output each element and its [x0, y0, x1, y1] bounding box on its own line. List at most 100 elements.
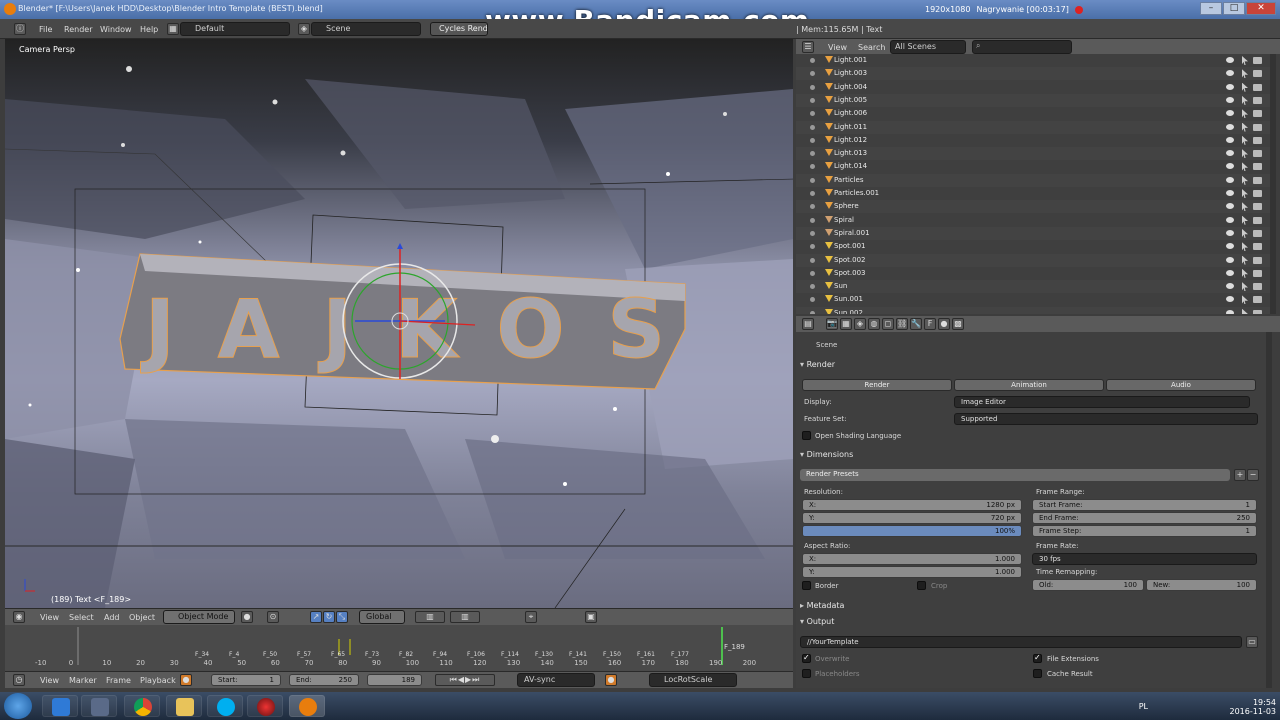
outliner-item-name[interactable]: Spot.003	[834, 269, 866, 277]
cache-result-checkbox[interactable]	[1033, 669, 1042, 678]
selectability-cursor-icon[interactable]	[1242, 56, 1248, 65]
outliner-item-name[interactable]: Light.004	[834, 83, 867, 91]
taskbar-skype[interactable]	[207, 695, 243, 717]
editor-type-icon[interactable]: ⓘ	[14, 23, 26, 35]
scene-tab-icon[interactable]: ◈	[854, 318, 866, 330]
visibility-eye-icon[interactable]	[1226, 243, 1234, 250]
renderability-camera-icon[interactable]	[1253, 243, 1262, 251]
outliner-scrollbar[interactable]	[1270, 54, 1276, 314]
outliner-row[interactable]: Particles	[796, 173, 1270, 187]
visibility-eye-icon[interactable]	[1226, 176, 1234, 183]
renderability-camera-icon[interactable]	[1253, 309, 1262, 314]
animation-button[interactable]: Animation	[954, 379, 1104, 391]
outliner-item-name[interactable]: Light.012	[834, 136, 867, 144]
outliner-row[interactable]: Light.006	[796, 107, 1270, 120]
visibility-eye-icon[interactable]	[1226, 203, 1234, 210]
renderability-camera-icon[interactable]	[1253, 163, 1262, 171]
outliner-item-name[interactable]: Sun	[834, 282, 847, 290]
sync-selector[interactable]: AV-sync	[517, 673, 595, 687]
menu-object[interactable]: Object	[129, 613, 155, 622]
search-input[interactable]	[972, 40, 1072, 54]
renderability-camera-icon[interactable]	[1253, 110, 1262, 118]
start-frame-field[interactable]: Start Frame: 1	[1032, 499, 1257, 511]
display-selector[interactable]: Image Editor	[954, 396, 1250, 408]
clock-time[interactable]: 19:54	[1230, 698, 1276, 707]
visibility-eye-icon[interactable]	[1226, 70, 1234, 77]
expand-icon[interactable]	[810, 244, 815, 250]
crop-checkbox[interactable]	[917, 581, 926, 590]
expand-icon[interactable]	[810, 137, 815, 143]
clock-date[interactable]: 2016-11-03	[1230, 707, 1277, 716]
output-panel-header[interactable]: Output	[800, 617, 1260, 631]
outliner-item-name[interactable]: Light.001	[834, 56, 867, 64]
timeline-marker[interactable]: F_50	[263, 651, 277, 658]
osl-checkbox[interactable]	[802, 431, 811, 440]
expand-icon[interactable]	[810, 270, 815, 276]
renderability-camera-icon[interactable]	[1253, 96, 1262, 104]
expand-icon[interactable]	[810, 191, 815, 196]
menu-playback[interactable]: Playback	[140, 676, 176, 685]
metadata-panel-header[interactable]: Metadata	[800, 601, 1260, 615]
outliner-item-name[interactable]: Light.006	[834, 109, 867, 117]
taskbar-media[interactable]	[81, 695, 117, 717]
menu-search[interactable]: Search	[858, 43, 885, 52]
renderability-camera-icon[interactable]	[1253, 203, 1262, 211]
menu-window[interactable]: Window	[100, 25, 132, 34]
visibility-eye-icon[interactable]	[1226, 256, 1234, 263]
renderability-camera-icon[interactable]	[1253, 190, 1262, 197]
expand-icon[interactable]	[810, 71, 815, 77]
render-button[interactable]: Render	[802, 379, 952, 391]
resolution-percent-field[interactable]: 100%	[802, 525, 1022, 537]
selectability-cursor-icon[interactable]	[1242, 135, 1248, 145]
selectability-cursor-icon[interactable]	[1242, 242, 1248, 252]
feature-set-selector[interactable]: Supported	[954, 413, 1258, 425]
render-preview-icon[interactable]: ▣	[585, 611, 597, 623]
scene-icon[interactable]: ◈	[298, 23, 310, 35]
visibility-eye-icon[interactable]	[1226, 269, 1234, 276]
aspect-x-field[interactable]: X: 1.000	[802, 553, 1022, 565]
outliner-row[interactable]: Spiral.001	[796, 226, 1270, 240]
outliner-row[interactable]: Light.001	[796, 54, 1270, 67]
render-engine-selector[interactable]: Cycles Render	[430, 22, 488, 36]
auto-key-icon[interactable]: ●	[605, 674, 617, 686]
selectability-cursor-icon[interactable]	[1242, 162, 1248, 172]
taskbar-bandicam[interactable]	[247, 695, 283, 717]
taskbar-explorer[interactable]	[166, 695, 202, 717]
properties-scrollbar[interactable]	[1266, 332, 1272, 688]
outliner-row[interactable]: Sun	[796, 280, 1270, 294]
menu-help[interactable]: Help	[140, 25, 158, 34]
record-icon[interactable]	[1074, 5, 1083, 14]
visibility-eye-icon[interactable]	[1226, 190, 1234, 196]
outliner-row[interactable]: Light.003	[796, 67, 1270, 81]
resolution-x-field[interactable]: X: 1280 px	[802, 499, 1022, 511]
selectability-cursor-icon[interactable]	[1242, 189, 1248, 198]
selectability-cursor-icon[interactable]	[1242, 308, 1248, 314]
world-tab-icon[interactable]: ◍	[868, 318, 880, 330]
visibility-eye-icon[interactable]	[1226, 216, 1234, 223]
outliner-row[interactable]: Light.012	[796, 134, 1270, 147]
material-tab-icon[interactable]: ●	[938, 318, 950, 330]
visibility-eye-icon[interactable]	[1226, 150, 1234, 157]
expand-icon[interactable]	[810, 84, 815, 90]
remap-old-field[interactable]: Old: 100	[1032, 579, 1144, 591]
outliner-row[interactable]: Sphere	[796, 200, 1270, 214]
outliner-list[interactable]: Light.001 Light.003 Light.004 Light.005 Ligh…	[796, 54, 1270, 314]
constraints-tab-icon[interactable]: ⛓	[896, 318, 908, 330]
visibility-eye-icon[interactable]	[1226, 283, 1234, 290]
expand-icon[interactable]	[810, 111, 815, 117]
outliner-row[interactable]: Light.004	[796, 81, 1270, 94]
menu-select[interactable]: Select	[69, 613, 94, 622]
outliner-row[interactable]: Sun.001	[796, 293, 1270, 306]
menu-view[interactable]: View	[828, 43, 847, 52]
selectability-cursor-icon[interactable]	[1242, 228, 1248, 238]
timeline-marker[interactable]: F_114	[501, 651, 519, 658]
display-mode-selector[interactable]: All Scenes	[890, 40, 966, 54]
output-path-field[interactable]: //YourTemplate	[800, 636, 1242, 648]
modifiers-tab-icon[interactable]: 🔧	[910, 318, 922, 330]
timeline-marker[interactable]: F_106	[467, 651, 485, 658]
remap-new-field[interactable]: New: 100	[1146, 579, 1257, 591]
renderability-camera-icon[interactable]	[1253, 269, 1262, 277]
menu-view[interactable]: View	[40, 676, 59, 685]
editor-type-icon[interactable]: ☰	[802, 41, 814, 53]
renderability-camera-icon[interactable]	[1253, 136, 1262, 144]
